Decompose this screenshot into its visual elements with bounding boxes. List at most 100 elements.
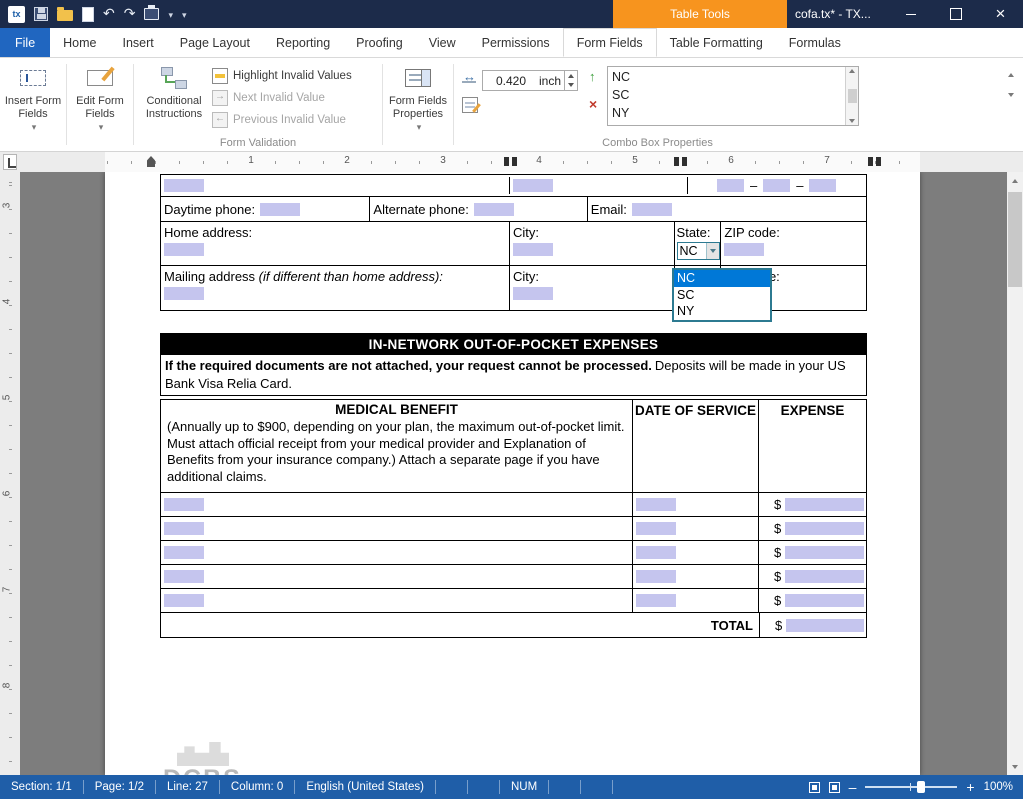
print-options-caret-icon[interactable] <box>168 5 173 23</box>
print-icon[interactable] <box>144 8 159 20</box>
benefit-field[interactable] <box>164 546 204 559</box>
form-field[interactable] <box>763 179 790 192</box>
date-field[interactable] <box>636 570 676 583</box>
table-tools-contextual-tab[interactable]: Table Tools <box>613 0 787 28</box>
indent-marker[interactable] <box>147 156 155 167</box>
dropdown-option[interactable]: NY <box>674 303 770 320</box>
fit-width-icon[interactable] <box>829 782 840 793</box>
total-expense-field[interactable] <box>786 619 864 632</box>
dropdown-option[interactable]: SC <box>674 287 770 304</box>
listbox-scrollbar[interactable] <box>845 67 858 125</box>
redo-icon[interactable] <box>124 5 136 23</box>
expense-field[interactable] <box>785 594 864 607</box>
scroll-down-button[interactable] <box>1007 758 1023 775</box>
edit-items-icon[interactable] <box>462 97 478 113</box>
form-field[interactable] <box>717 179 744 192</box>
highlight-invalid-values-button[interactable]: Highlight Invalid Values <box>212 67 380 85</box>
expense-field[interactable] <box>785 546 864 559</box>
home-address-field[interactable] <box>164 243 204 256</box>
right-indent-marker[interactable] <box>868 157 873 166</box>
city-field[interactable] <box>513 243 553 256</box>
zip-code-field[interactable] <box>724 243 764 256</box>
vertical-ruler[interactable]: 3 4 5 6 7 8 <box>0 172 20 775</box>
combo-item[interactable]: NC <box>608 68 845 86</box>
state-combobox-dropdown-button[interactable] <box>706 243 719 259</box>
email-field[interactable] <box>632 203 672 216</box>
minimize-button[interactable] <box>888 0 933 28</box>
stepper-down-button[interactable] <box>565 81 577 91</box>
scrollbar-thumb[interactable] <box>1008 192 1022 287</box>
stepper-up-button[interactable] <box>565 71 577 81</box>
mailing-city-field[interactable] <box>513 287 553 300</box>
benefit-field[interactable] <box>164 522 204 535</box>
edit-form-fields-button[interactable]: Edit Form Fields <box>69 61 131 135</box>
quick-access-caret-icon[interactable] <box>182 5 187 23</box>
dropdown-option[interactable]: NC <box>674 270 770 287</box>
form-field[interactable] <box>809 179 836 192</box>
expense-field[interactable] <box>785 522 864 535</box>
width-spinner[interactable]: 0.420 inch <box>482 70 578 91</box>
tab-reporting[interactable]: Reporting <box>263 28 343 57</box>
date-field[interactable] <box>636 522 676 535</box>
listbox-scroll-down-icon[interactable] <box>849 119 855 123</box>
form-field[interactable] <box>513 179 553 192</box>
zoom-slider[interactable] <box>865 786 957 788</box>
tab-proofing[interactable]: Proofing <box>343 28 416 57</box>
combo-items-listbox[interactable]: NC SC NY <box>607 66 859 126</box>
scroll-up-button[interactable] <box>1007 172 1023 189</box>
tab-permissions[interactable]: Permissions <box>469 28 563 57</box>
column-marker[interactable] <box>674 157 679 166</box>
mailing-address-field[interactable] <box>164 287 204 300</box>
zoom-slider-thumb[interactable] <box>917 781 925 793</box>
zoom-out-button[interactable]: – <box>849 782 857 792</box>
expense-field[interactable] <box>785 498 864 511</box>
listbox-scroll-thumb[interactable] <box>848 89 857 103</box>
field-width-icon[interactable] <box>462 69 478 85</box>
tab-home[interactable]: Home <box>50 28 109 57</box>
tab-formulas[interactable]: Formulas <box>776 28 854 57</box>
form-fields-properties-button[interactable]: Form Fields Properties <box>385 61 451 135</box>
date-field[interactable] <box>636 594 676 607</box>
listbox-scroll-up-icon[interactable] <box>849 69 855 73</box>
width-stepper[interactable] <box>564 71 577 90</box>
conditional-instructions-button[interactable]: Conditional Instructions <box>136 61 212 135</box>
tab-page-layout[interactable]: Page Layout <box>167 28 263 57</box>
benefit-field[interactable] <box>164 594 204 607</box>
open-folder-icon[interactable] <box>57 10 73 21</box>
width-value[interactable]: 0.420 <box>483 74 539 88</box>
save-icon[interactable] <box>34 7 48 21</box>
fit-page-icon[interactable] <box>809 782 820 793</box>
insert-form-fields-button[interactable]: Insert Form Fields <box>2 61 64 135</box>
move-item-up-icon[interactable] <box>586 69 602 85</box>
document-area[interactable]: – – Daytime phone: Alternate phone: <box>20 172 1007 775</box>
next-invalid-value-button[interactable]: Next Invalid Value <box>212 89 380 107</box>
new-document-icon[interactable] <box>82 7 94 22</box>
tab-file[interactable]: File <box>0 28 50 57</box>
combo-item[interactable]: NY <box>608 104 845 122</box>
ribbon-scroll-down-icon[interactable] <box>1008 93 1014 97</box>
tab-table-formatting[interactable]: Table Formatting <box>657 28 776 57</box>
form-field[interactable] <box>164 179 204 192</box>
close-button[interactable] <box>978 0 1023 28</box>
delete-item-icon[interactable] <box>586 96 602 112</box>
tab-view[interactable]: View <box>416 28 469 57</box>
date-field[interactable] <box>636 498 676 511</box>
horizontal-ruler[interactable]: 1 2 3 4 5 6 7 <box>105 152 920 172</box>
state-combobox[interactable]: NC <box>677 242 720 260</box>
column-marker[interactable] <box>504 157 509 166</box>
tab-insert[interactable]: Insert <box>110 28 167 57</box>
daytime-phone-field[interactable] <box>260 203 300 216</box>
tab-stop-selector[interactable] <box>3 154 17 170</box>
maximize-button[interactable] <box>933 0 978 28</box>
previous-invalid-value-button[interactable]: Previous Invalid Value <box>212 111 380 129</box>
alternate-phone-field[interactable] <box>474 203 514 216</box>
date-field[interactable] <box>636 546 676 559</box>
tab-form-fields[interactable]: Form Fields <box>563 28 657 57</box>
undo-icon[interactable] <box>103 5 115 23</box>
benefit-field[interactable] <box>164 570 204 583</box>
status-language[interactable]: English (United States) <box>295 780 436 794</box>
expense-field[interactable] <box>785 570 864 583</box>
combo-item[interactable]: SC <box>608 86 845 104</box>
benefit-field[interactable] <box>164 498 204 511</box>
ribbon-scroll-up-icon[interactable] <box>1008 73 1014 77</box>
